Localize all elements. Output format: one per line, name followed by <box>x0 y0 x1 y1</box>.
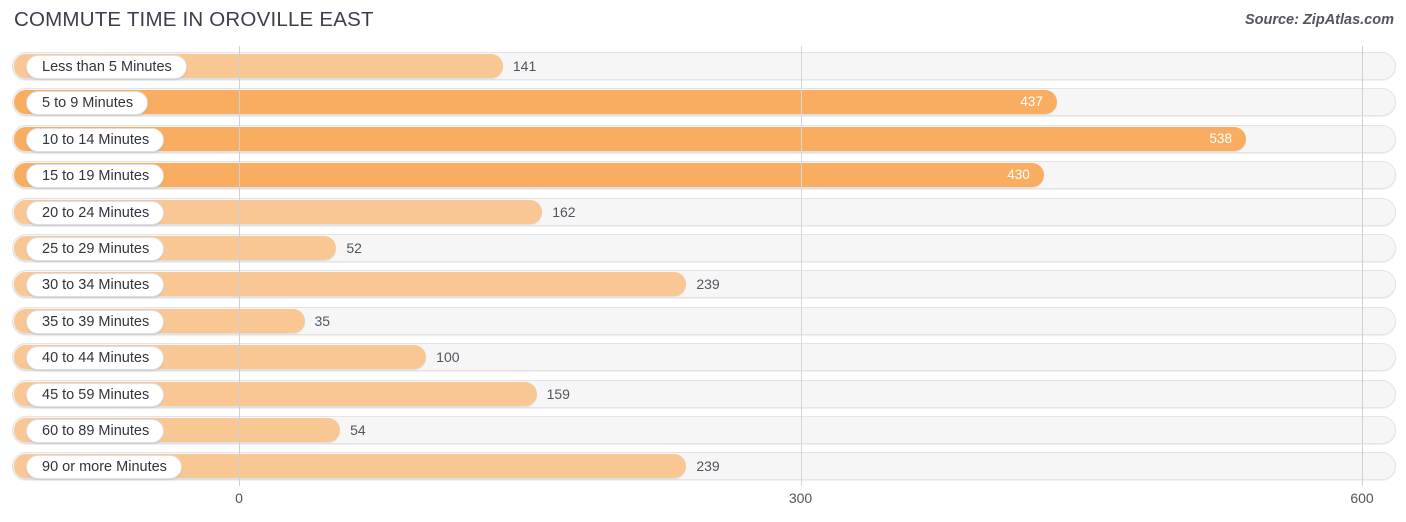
bar-category-label: 40 to 44 Minutes <box>26 346 165 371</box>
bar-value-label: 239 <box>696 276 720 293</box>
x-axis-tick-label: 0 <box>235 490 243 506</box>
bar-category-label: 60 to 89 Minutes <box>26 419 165 443</box>
bar-value-label: 159 <box>546 385 570 402</box>
source-attribution: Source: ZipAtlas.com <box>1244 12 1394 28</box>
bar-fill: 538 <box>14 126 1246 151</box>
bar-value-label: 100 <box>436 349 460 366</box>
bar-category-label: 30 to 34 Minutes <box>26 273 165 298</box>
x-axis-tick-label: 300 <box>788 490 813 506</box>
bar-value-label: 52 <box>346 240 362 256</box>
x-axis-tick-label: 600 <box>1350 490 1374 506</box>
bar-row[interactable]: 54 60 to 89 Minutes <box>12 416 1396 444</box>
bar-category-label: 25 to 29 Minutes <box>26 237 165 261</box>
bar-row[interactable]: 35 35 to 39 Minutes <box>12 306 1396 335</box>
bar-value-label: 239 <box>696 458 720 475</box>
page-title: COMMUTE TIME IN OROVILLE EAST <box>14 8 374 31</box>
bar-row[interactable]: 430 15 to 19 Minutes <box>12 161 1396 190</box>
bar-value-label: 538 <box>1209 130 1232 146</box>
bar-fill: 437 <box>14 90 1057 115</box>
bar-fill: 430 <box>14 163 1044 188</box>
bar-value-label: 141 <box>512 58 537 74</box>
bar-row[interactable]: 239 90 or more Minutes <box>12 452 1396 481</box>
bar-category-label: 90 or more Minutes <box>26 455 182 480</box>
bar-category-label: 15 to 19 Minutes <box>26 164 165 189</box>
chart-header: COMMUTE TIME IN OROVILLE EAST Source: Zi… <box>0 0 1406 44</box>
bar-row[interactable]: 52 25 to 29 Minutes <box>12 234 1396 262</box>
bar-category-label: 10 to 14 Minutes <box>26 127 165 152</box>
x-axis: 0 300 600 <box>0 486 1406 522</box>
bar-value-label: 35 <box>314 312 331 329</box>
bar-row[interactable]: 239 30 to 34 Minutes <box>12 270 1396 299</box>
bar-value-label: 430 <box>1007 167 1030 183</box>
bar-category-label: 45 to 59 Minutes <box>26 382 165 407</box>
bar-category-label: 20 to 24 Minutes <box>26 200 165 225</box>
bar-value-label: 162 <box>552 203 576 220</box>
bar-row[interactable]: 159 45 to 59 Minutes <box>12 379 1396 408</box>
bar-row[interactable]: 538 10 to 14 Minutes <box>12 124 1396 153</box>
bar-category-label: 5 to 9 Minutes <box>26 91 149 116</box>
bar-value-label: 437 <box>1020 94 1043 110</box>
bar-category-label: Less than 5 Minutes <box>26 55 187 79</box>
bar-value-label: 54 <box>350 422 366 438</box>
plot-area: 141 Less than 5 Minutes 437 5 to 9 Minutes 5… <box>0 46 1406 486</box>
bar-row[interactable]: 437 5 to 9 Minutes <box>12 88 1396 117</box>
bar-rows: 141 Less than 5 Minutes 437 5 to 9 Minutes 5… <box>0 46 1406 486</box>
bar-row[interactable]: 162 20 to 24 Minutes <box>12 197 1396 226</box>
bar-row[interactable]: 141 Less than 5 Minutes <box>12 52 1396 80</box>
bar-row[interactable]: 100 40 to 44 Minutes <box>12 343 1396 372</box>
bar-category-label: 35 to 39 Minutes <box>26 309 165 334</box>
